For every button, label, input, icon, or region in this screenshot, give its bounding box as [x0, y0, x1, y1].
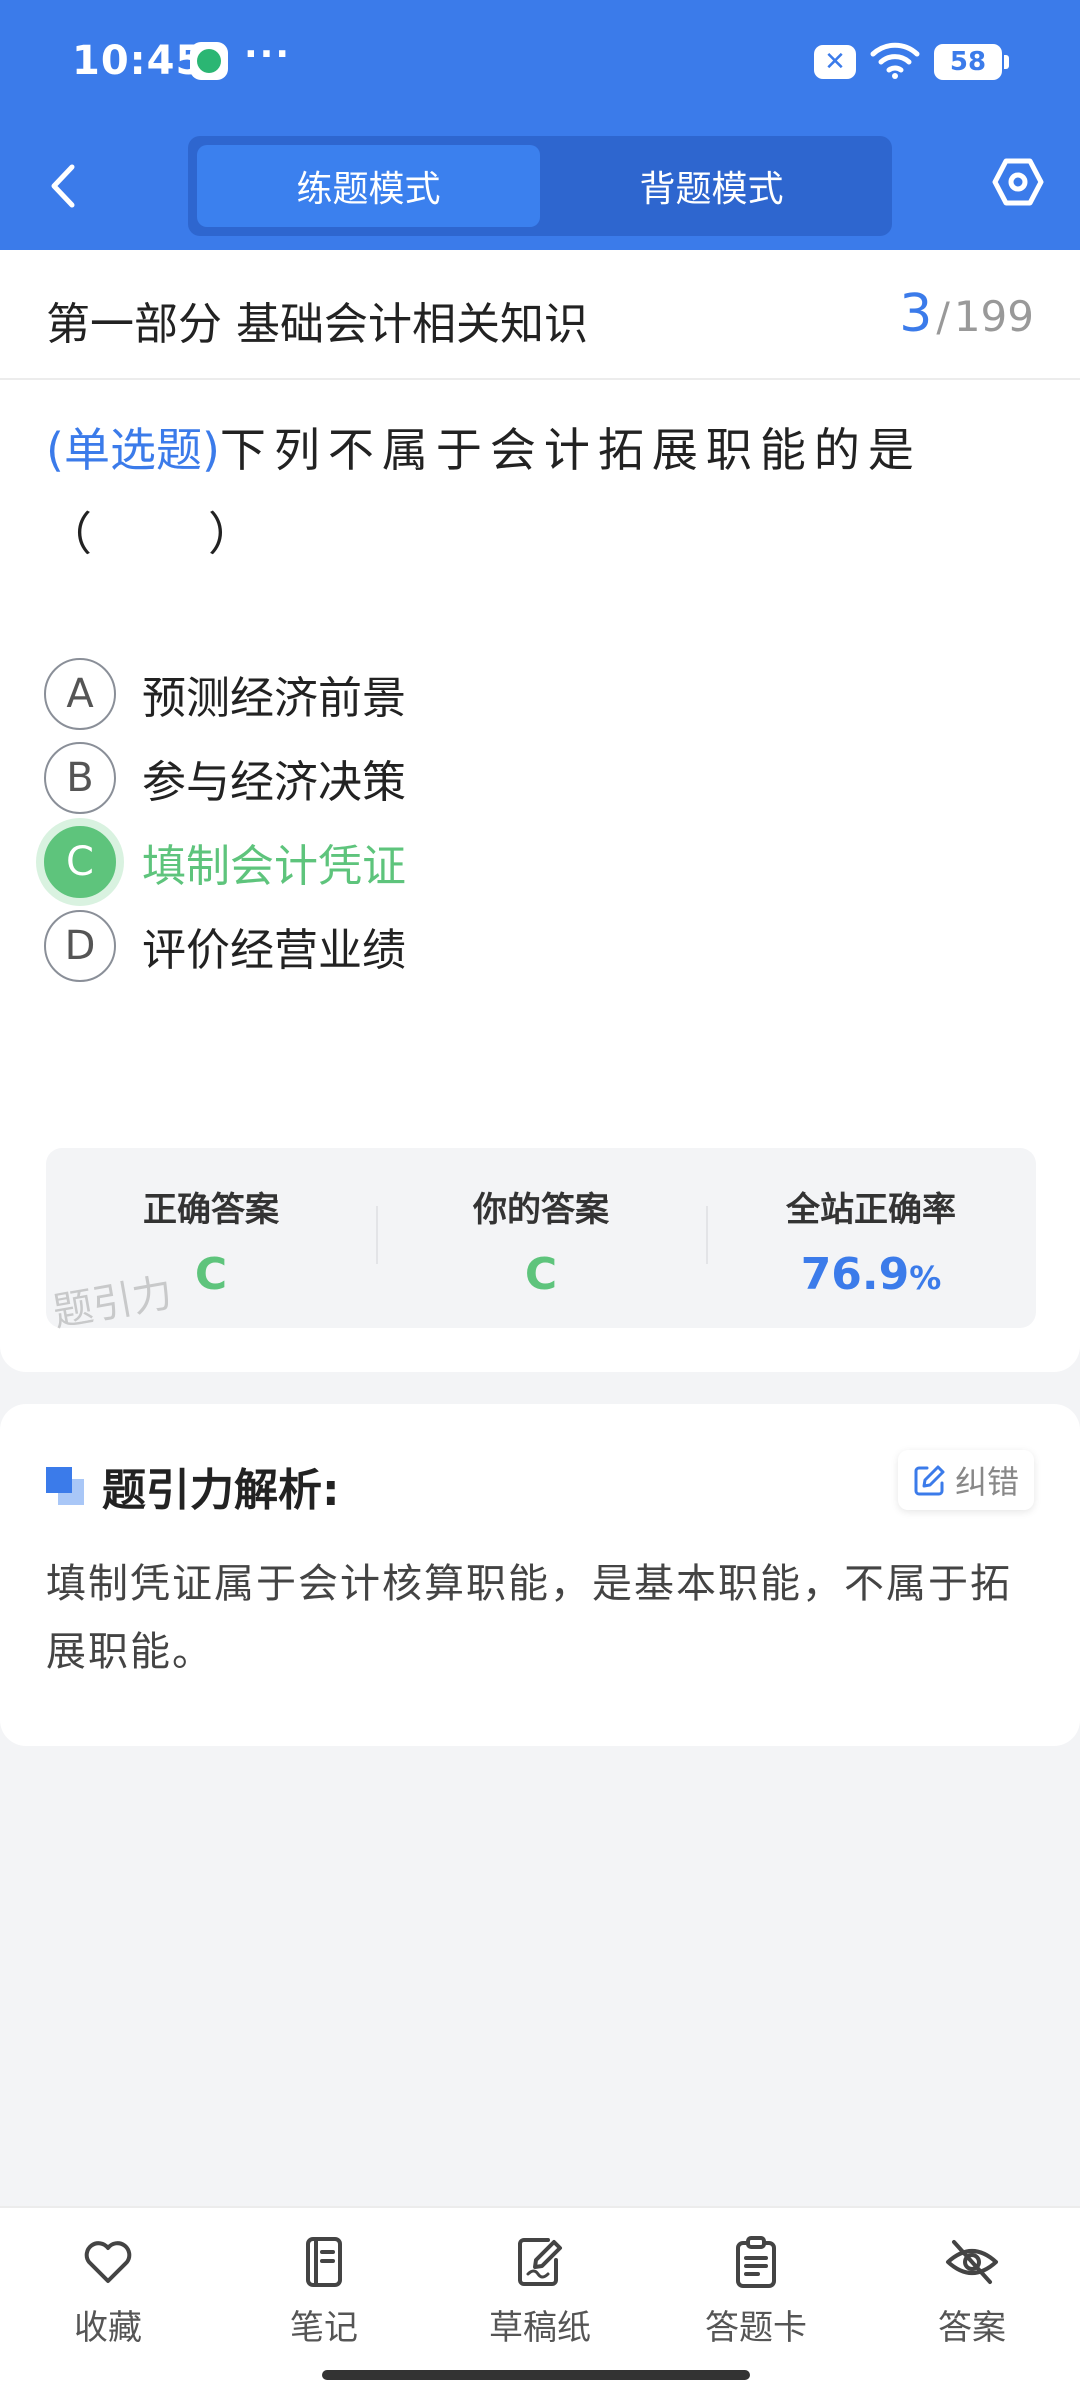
report-error-button[interactable]: 纠错 — [898, 1450, 1034, 1510]
battery-level: 58 — [949, 47, 987, 77]
option-b[interactable]: B 参与经济决策 — [44, 740, 944, 816]
option-text: 参与经济决策 — [142, 757, 406, 808]
question-counter: 3 / 199 — [899, 284, 1034, 344]
settings-hexagon-icon — [992, 158, 1044, 206]
mode-switch: 练题模式 背题模式 — [188, 136, 892, 236]
accuracy-rate-value: 76.9% — [800, 1249, 942, 1300]
eye-off-icon — [946, 2240, 998, 2284]
favorite-label: 收藏 — [74, 2308, 142, 2348]
option-letter: A — [44, 658, 116, 730]
status-indicators: ✕ 58 — [814, 40, 1009, 84]
chevron-left-icon — [51, 164, 75, 208]
app-notification-icon — [190, 42, 228, 80]
back-button[interactable] — [38, 158, 88, 214]
question-card: 第一部分 基础会计相关知识 3 / 199 (单选题)下列不属于会计拓展职能的是… — [0, 250, 1080, 1372]
analysis-logo-icon — [46, 1467, 84, 1505]
notes-button[interactable]: 笔记 — [244, 2234, 404, 2349]
option-text: 预测经济前景 — [142, 673, 406, 724]
option-letter: B — [44, 742, 116, 814]
status-time: 10:45 — [72, 38, 205, 84]
option-a[interactable]: A 预测经济前景 — [44, 656, 944, 732]
accuracy-rate-label: 全站正确率 — [786, 1190, 956, 1230]
draft-label: 草稿纸 — [489, 2308, 591, 2348]
edit-icon — [914, 1465, 945, 1496]
tab-practice-mode[interactable]: 练题模式 — [197, 145, 540, 227]
option-text: 填制会计凭证 — [142, 841, 406, 892]
answer-sheet-label: 答题卡 — [705, 2308, 807, 2348]
your-answer-label: 你的答案 — [473, 1190, 609, 1230]
draft-icon — [518, 2238, 562, 2286]
counter-separator: / — [936, 295, 950, 341]
answer-sheet-icon — [736, 2236, 776, 2288]
show-answer-label: 答案 — [938, 2308, 1006, 2348]
analysis-card: 题引力解析: 纠错 填制凭证属于会计核算职能，是基本职能，不属于拓展职能。 — [0, 1404, 1080, 1746]
analysis-text: 填制凭证属于会计核算职能，是基本职能，不属于拓展职能。 — [46, 1561, 1012, 1675]
correct-answer-value: C — [194, 1249, 228, 1300]
heart-icon — [84, 2241, 132, 2283]
option-letter: C — [44, 826, 116, 898]
answer-summary: 正确答案 C 你的答案 C 全站正确率 76.9% — [46, 1148, 1036, 1328]
battery-icon: 58 — [934, 44, 1009, 80]
analysis-title: 题引力解析: — [102, 1465, 340, 1516]
question-type: (单选题) — [46, 423, 220, 477]
sim-icon: ✕ — [814, 45, 856, 79]
status-bar: 10:45 ··· ✕ 58 — [0, 0, 1080, 125]
draft-button[interactable]: 草稿纸 — [460, 2234, 620, 2349]
your-answer-col: 你的答案 C — [376, 1148, 706, 1328]
app-header: 10:45 ··· ✕ 58 练题模式 背题模式 — [0, 0, 1080, 250]
accuracy-rate-col: 全站正确率 76.9% — [706, 1148, 1036, 1328]
question-text: (单选题)下列不属于会计拓展职能的是（ ） — [46, 408, 1036, 576]
total-question-count: 199 — [953, 292, 1034, 341]
notes-label: 笔记 — [290, 2308, 358, 2348]
option-text: 评价经营业绩 — [142, 925, 406, 976]
option-letter: D — [44, 910, 116, 982]
settings-button[interactable] — [986, 150, 1050, 214]
report-error-label: 纠错 — [954, 1463, 1019, 1501]
favorite-button[interactable]: 收藏 — [28, 2234, 188, 2349]
wifi-icon — [870, 40, 920, 84]
correct-answer-label: 正确答案 — [143, 1190, 279, 1230]
option-d[interactable]: D 评价经营业绩 — [44, 908, 944, 984]
tab-memorize-mode[interactable]: 背题模式 — [540, 145, 883, 227]
answer-sheet-button[interactable]: 答题卡 — [676, 2234, 836, 2349]
option-c[interactable]: C 填制会计凭证 — [44, 824, 944, 900]
analysis-header: 题引力解析: — [46, 1454, 340, 1518]
show-answer-button[interactable]: 答案 — [892, 2234, 1052, 2349]
home-indicator[interactable] — [322, 2370, 750, 2380]
more-notifications-icon: ··· — [244, 34, 292, 75]
your-answer-value: C — [524, 1249, 558, 1300]
section-bar: 第一部分 基础会计相关知识 3 / 199 — [0, 250, 1080, 380]
notebook-icon — [306, 2237, 342, 2287]
current-question-number: 3 — [899, 284, 933, 344]
section-title: 第一部分 基础会计相关知识 — [46, 299, 588, 350]
